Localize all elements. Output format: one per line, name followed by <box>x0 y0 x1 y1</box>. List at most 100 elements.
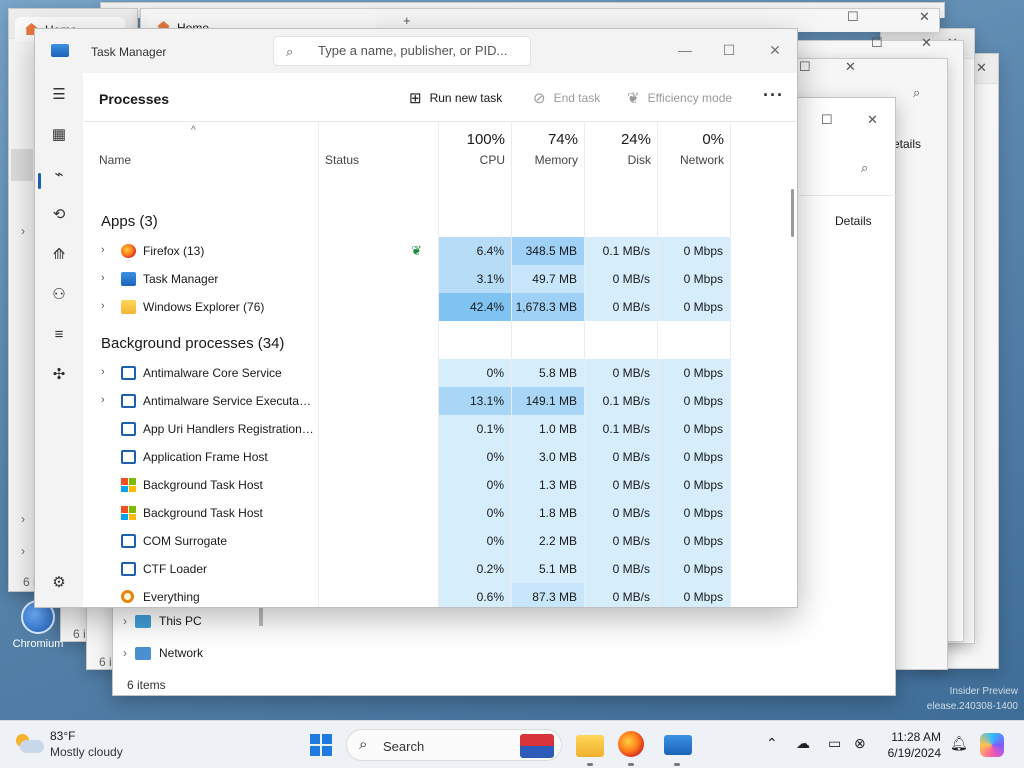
startup-apps-icon[interactable]: ⟰ <box>45 241 73 269</box>
disk-total[interactable]: 24% <box>585 131 651 148</box>
close-icon[interactable]: ✕ <box>919 9 930 25</box>
close-icon[interactable]: ✕ <box>921 35 932 51</box>
new-tab-icon[interactable]: + <box>403 13 411 28</box>
process-row[interactable]: 13.1% 149.1 MB 0.1 MB/s 0 Mbps › Antimalware … <box>83 387 797 415</box>
column-header-name[interactable]: Name <box>99 153 131 167</box>
run-new-task-button[interactable]: ⊞ Run new task <box>409 89 502 107</box>
process-row[interactable]: 3.1% 49.7 MB 0 MB/s 0 Mbps › Task Manager <box>83 265 797 293</box>
group-header-apps[interactable]: Apps (3) <box>101 213 158 230</box>
volume-icon[interactable]: ⊗ <box>854 735 866 752</box>
close-button[interactable]: ✕ <box>753 37 797 63</box>
maximize-icon[interactable]: ☐ <box>847 9 859 25</box>
clock-date[interactable]: 6/19/2024 <box>885 746 941 760</box>
hamburger-menu-icon[interactable]: ☰ <box>45 81 73 109</box>
chevron-right-icon[interactable]: › <box>21 512 25 526</box>
process-row[interactable]: 42.4% 1,678.3 MB 0 MB/s 0 Mbps › Windows Expl… <box>83 293 797 321</box>
minimize-button[interactable]: — <box>663 37 707 63</box>
display-icon[interactable]: ▭ <box>828 735 841 752</box>
taskbar-search[interactable]: ⌕ Search <box>346 729 562 761</box>
expand-chevron-icon[interactable]: › <box>101 272 105 284</box>
notification-bell-icon[interactable]: 🔔︎ <box>950 735 968 752</box>
close-icon[interactable]: ✕ <box>845 59 856 75</box>
details-button[interactable]: Details <box>835 214 872 228</box>
memory-total[interactable]: 74% <box>512 131 578 148</box>
maximize-icon[interactable]: ☐ <box>799 59 811 75</box>
process-row[interactable]: 6.4% 348.5 MB 0.1 MB/s 0 Mbps › Firefox (13) ❦ <box>83 237 797 265</box>
app-history-icon[interactable]: ⟲ <box>45 201 73 229</box>
column-header-cpu[interactable]: CPU <box>439 153 505 167</box>
sort-caret-icon[interactable]: ^ <box>191 125 196 136</box>
column-header-network[interactable]: Network <box>658 153 724 167</box>
task-manager-window[interactable]: Task Manager ⌕ — ☐ ✕ ☰ ▦ ⌁ ⟲ ⟰ ⚇ ≡ ✣ ⚙ P… <box>34 28 798 608</box>
scrollbar-thumb[interactable] <box>791 189 794 237</box>
show-hidden-icons-chevron-icon[interactable]: ⌃ <box>766 735 778 752</box>
chevron-right-icon[interactable]: › <box>123 614 127 628</box>
performance-icon[interactable]: ⌁ <box>45 161 73 189</box>
maximize-icon[interactable]: ☐ <box>871 35 883 51</box>
process-row[interactable]: 0% 2.2 MB 0 MB/s 0 Mbps COM Surrogate <box>83 527 797 555</box>
cpu-value: 0.6% <box>439 583 511 607</box>
process-row[interactable]: 0.2% 5.1 MB 0 MB/s 0 Mbps CTF Loader <box>83 555 797 583</box>
copilot-icon[interactable] <box>980 733 1004 757</box>
group-header-background[interactable]: Background processes (34) <box>101 335 284 352</box>
cpu-total[interactable]: 100% <box>439 131 505 148</box>
search-area[interactable]: ⌕ <box>799 140 897 196</box>
search-icon[interactable]: ⌕ <box>861 160 868 176</box>
task-manager-taskbar-icon[interactable] <box>664 735 692 755</box>
end-task-button[interactable]: ⊘ End task <box>533 89 600 107</box>
cpu-value: 0% <box>439 471 511 499</box>
network-value: 0 Mbps <box>658 293 730 321</box>
command-label: End task <box>553 91 601 105</box>
nav-this-pc[interactable]: › This PC <box>123 614 202 628</box>
weather-desc: Mostly cloudy <box>50 745 123 759</box>
maximize-icon[interactable]: ☐ <box>821 112 833 128</box>
processes-icon[interactable]: ▦ <box>45 121 73 149</box>
chevron-right-icon[interactable]: › <box>123 646 127 660</box>
settings-icon[interactable]: ⚙ <box>45 569 73 597</box>
maximize-button[interactable]: ☐ <box>707 37 751 63</box>
process-row[interactable]: 0% 1.3 MB 0 MB/s 0 Mbps Background Task Host <box>83 471 797 499</box>
services-icon[interactable]: ✣ <box>45 361 73 389</box>
more-options-icon[interactable]: ··· <box>763 85 784 106</box>
close-icon[interactable]: ✕ <box>867 112 878 128</box>
process-row[interactable]: 0% 1.8 MB 0 MB/s 0 Mbps Background Task Host <box>83 499 797 527</box>
expand-chevron-icon[interactable]: › <box>101 300 105 312</box>
column-header-memory[interactable]: Memory <box>512 153 578 167</box>
start-button-windows-icon[interactable] <box>310 734 332 756</box>
no-network-icon[interactable]: ☁ <box>796 735 810 752</box>
cpu-value: 0% <box>439 527 511 555</box>
process-row[interactable]: 0% 3.0 MB 0 MB/s 0 Mbps Application Frame Ho… <box>83 443 797 471</box>
chevron-right-icon[interactable]: › <box>21 544 25 558</box>
process-row[interactable]: 0% 5.8 MB 0 MB/s 0 Mbps › Antimalware Core Se… <box>83 359 797 387</box>
efficiency-mode-button[interactable]: ❦ Efficiency mode <box>627 89 732 107</box>
firefox-taskbar-icon[interactable] <box>618 731 644 757</box>
users-icon[interactable]: ⚇ <box>45 281 73 309</box>
disk-value: 0 MB/s <box>585 583 657 607</box>
column-header-status[interactable]: Status <box>325 153 359 167</box>
title-bar[interactable]: Task Manager ⌕ — ☐ ✕ <box>35 29 797 73</box>
expand-chevron-icon[interactable]: › <box>101 244 105 256</box>
process-row[interactable]: 0.1% 1.0 MB 0.1 MB/s 0 Mbps App Uri Handlers… <box>83 415 797 443</box>
windows-icon <box>121 506 136 520</box>
details-label[interactable]: etails <box>893 137 921 151</box>
search-icon[interactable]: ⌕ <box>913 85 920 101</box>
nav-network[interactable]: › Network <box>123 646 203 660</box>
network-value: 0 Mbps <box>658 237 730 265</box>
scrollbar-thumb[interactable] <box>259 606 263 626</box>
close-icon[interactable]: ✕ <box>976 60 987 76</box>
end-task-icon: ⊘ <box>533 90 546 107</box>
service-icon <box>121 422 136 436</box>
process-row[interactable]: 0.6% 87.3 MB 0 MB/s 0 Mbps Everything <box>83 583 797 607</box>
file-explorer-taskbar-icon[interactable] <box>576 735 604 757</box>
chevron-right-icon[interactable]: › <box>21 224 25 238</box>
details-icon[interactable]: ≡ <box>45 321 73 349</box>
network-total[interactable]: 0% <box>658 131 724 148</box>
expand-chevron-icon[interactable]: › <box>101 394 105 406</box>
clock-time[interactable]: 11:28 AM <box>885 730 941 744</box>
expand-chevron-icon[interactable]: › <box>101 366 105 378</box>
search-input[interactable] <box>318 43 524 58</box>
column-header-disk[interactable]: Disk <box>585 153 651 167</box>
search-box[interactable]: ⌕ <box>273 36 531 66</box>
network-value: 0 Mbps <box>658 583 730 607</box>
process-name: Background Task Host <box>143 506 263 520</box>
